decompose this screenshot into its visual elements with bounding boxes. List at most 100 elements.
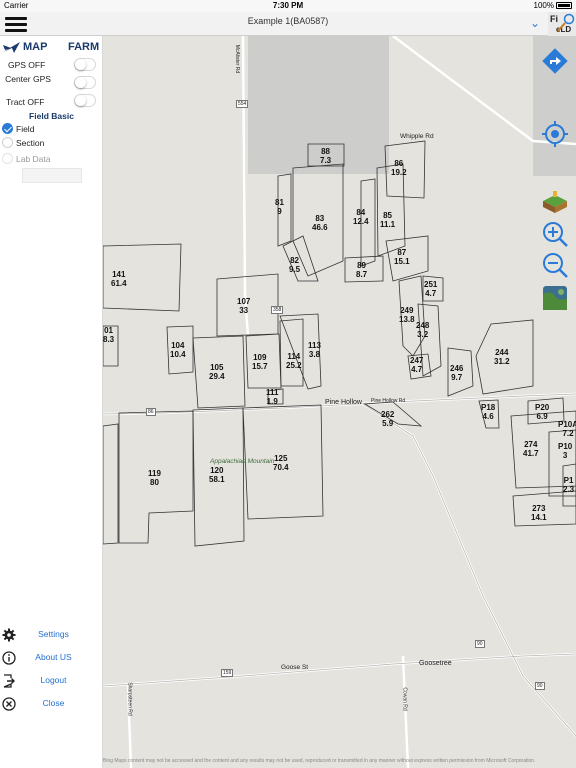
field-acres: 7.2 (562, 429, 574, 438)
gps-toggle[interactable] (74, 58, 96, 71)
field-label-247[interactable]: 247 4.7 (410, 356, 423, 374)
field-label-111[interactable]: 111 1.9 (266, 388, 278, 406)
field-label-88[interactable]: 88 7.3 (320, 147, 331, 165)
field-label-248[interactable]: 248 3.2 (416, 321, 429, 339)
tract-toggle[interactable] (74, 94, 96, 107)
field-label-84[interactable]: 84 12.4 (353, 208, 369, 226)
field-id: 119 (148, 469, 161, 478)
navigate-icon[interactable] (540, 46, 570, 76)
field-acres: 8.7 (356, 270, 368, 279)
field-label-p18[interactable]: P18 4.6 (481, 403, 495, 421)
lab-data-radio[interactable] (2, 153, 13, 164)
logout-label: Logout (40, 675, 67, 685)
field-label-85[interactable]: 85 11.1 (380, 211, 395, 229)
field-label-p1[interactable]: P1 2.3 (563, 476, 574, 494)
field-radio-label: Field (16, 124, 35, 134)
field-label-p20[interactable]: P20 6.9 (535, 403, 549, 421)
field-id: 114 (287, 352, 301, 361)
satellite-icon[interactable] (540, 283, 570, 313)
field-acres: 3.2 (417, 330, 429, 339)
field-label-262[interactable]: 262 5.9 (381, 410, 394, 428)
field-id: 84 (356, 208, 366, 217)
field-label-113[interactable]: 113 3.8 (308, 341, 321, 359)
field-acres: 9.7 (451, 373, 463, 382)
field-id: 88 (321, 147, 331, 156)
field-label-273[interactable]: 273 14.1 (531, 504, 547, 522)
field-label-107[interactable]: 107 33 (237, 297, 250, 315)
field-id: 251 (424, 280, 438, 289)
field-label-119[interactable]: 119 80 (148, 469, 161, 487)
field-acres: 3.8 (308, 350, 321, 359)
field-label-246[interactable]: 246 9.7 (450, 364, 463, 382)
field-label-244[interactable]: 244 31.2 (494, 348, 510, 366)
zoom-out-icon[interactable] (540, 250, 570, 280)
road-label-goosetree: Goosetree (419, 660, 452, 667)
field-label-274[interactable]: 274 41.7 (523, 440, 539, 458)
field-logo-icon[interactable]: Fi eLD (548, 12, 576, 36)
field-acres: 11.1 (380, 220, 396, 229)
route-shield-554: 554 (236, 100, 249, 108)
tract-toggle-label: Tract OFF (6, 97, 45, 107)
about-us-button[interactable]: About US (0, 649, 103, 667)
field-id: 113 (308, 341, 321, 350)
field-id: 248 (416, 321, 430, 330)
center-gps-toggle[interactable] (74, 76, 96, 89)
field-id: P10A (558, 420, 576, 429)
center-gps-toggle-label: Center GPS (5, 74, 51, 84)
field-label-120[interactable]: 120 58.1 (209, 466, 225, 484)
section-radio[interactable] (2, 137, 13, 148)
field-label-86[interactable]: 86 19.2 (391, 159, 407, 177)
field-acres: 15.7 (252, 362, 268, 371)
field-label-p10[interactable]: P10 3 (558, 442, 572, 460)
field-label-249[interactable]: 249 13.8 (399, 306, 415, 324)
field-id: 273 (532, 504, 546, 513)
app-root: Carrier 7:30 PM 100% Example 1(BA0587) ⌄ (0, 0, 576, 768)
field-label-83[interactable]: 83 46.6 (312, 214, 328, 232)
field-label-p10a[interactable]: P10A 7.2 (558, 420, 576, 438)
road-label-mcalister: McAlister Rd (234, 44, 241, 74)
road-label-appalachian: Appalachian Mountain (210, 458, 275, 465)
field-acres: 33 (239, 306, 249, 315)
route-shield-358: 358 (271, 306, 284, 314)
field-acres: 4.7 (411, 365, 423, 374)
battery-status: 100% (534, 1, 572, 10)
field-id: 83 (315, 214, 325, 223)
settings-button[interactable]: Settings (0, 626, 103, 644)
field-label-82[interactable]: 82 9.5 (289, 256, 300, 274)
field-radio[interactable] (2, 123, 13, 134)
field-label-109[interactable]: 109 15.7 (252, 353, 268, 371)
field-label-01[interactable]: 01 8.3 (103, 326, 114, 344)
page-title: Example 1(BA0587) (247, 16, 329, 26)
chevron-down-icon[interactable]: ⌄ (530, 16, 540, 30)
map-view[interactable]: Whipple Rd Pine Hollow Pine Hollow Rd Go… (103, 36, 576, 768)
logout-button[interactable]: Logout (0, 672, 103, 690)
field-label-89[interactable]: 89 8.7 (356, 261, 367, 279)
route-shield-159: 159 (221, 669, 234, 677)
field-label-114[interactable]: 114 25.2 (286, 352, 302, 370)
close-button[interactable]: Close (0, 695, 103, 713)
plane-icon (3, 42, 20, 53)
field-acres: 80 (150, 478, 159, 487)
field-acres: 13.8 (399, 315, 415, 324)
section-radio-label: Section (16, 138, 45, 148)
field-id: 125 (274, 454, 288, 463)
field-label-87[interactable]: 87 15.1 (394, 248, 410, 266)
battery-icon (556, 2, 572, 9)
field-id: P18 (481, 403, 496, 412)
field-label-141[interactable]: 141 61.4 (111, 270, 127, 288)
field-label-81[interactable]: 81 9 (275, 198, 284, 216)
lab-data-field[interactable] (22, 168, 82, 183)
field-label-125[interactable]: 125 70.4 (273, 454, 289, 472)
field-acres: 61.4 (111, 279, 127, 288)
field-acres: 15.1 (394, 257, 410, 266)
locate-icon[interactable] (540, 119, 570, 149)
field-label-104[interactable]: 104 10.4 (170, 341, 186, 359)
layers-icon[interactable] (540, 188, 570, 218)
road-label-cowan: Cowan Rd (401, 687, 408, 711)
zoom-in-icon[interactable] (540, 219, 570, 249)
field-label-105[interactable]: 105 29.4 (209, 363, 225, 381)
field-id: 81 (275, 198, 284, 207)
route-shield-86: 86 (146, 408, 156, 416)
battery-percent: 100% (533, 1, 554, 10)
field-label-251[interactable]: 251 4.7 (424, 280, 437, 298)
